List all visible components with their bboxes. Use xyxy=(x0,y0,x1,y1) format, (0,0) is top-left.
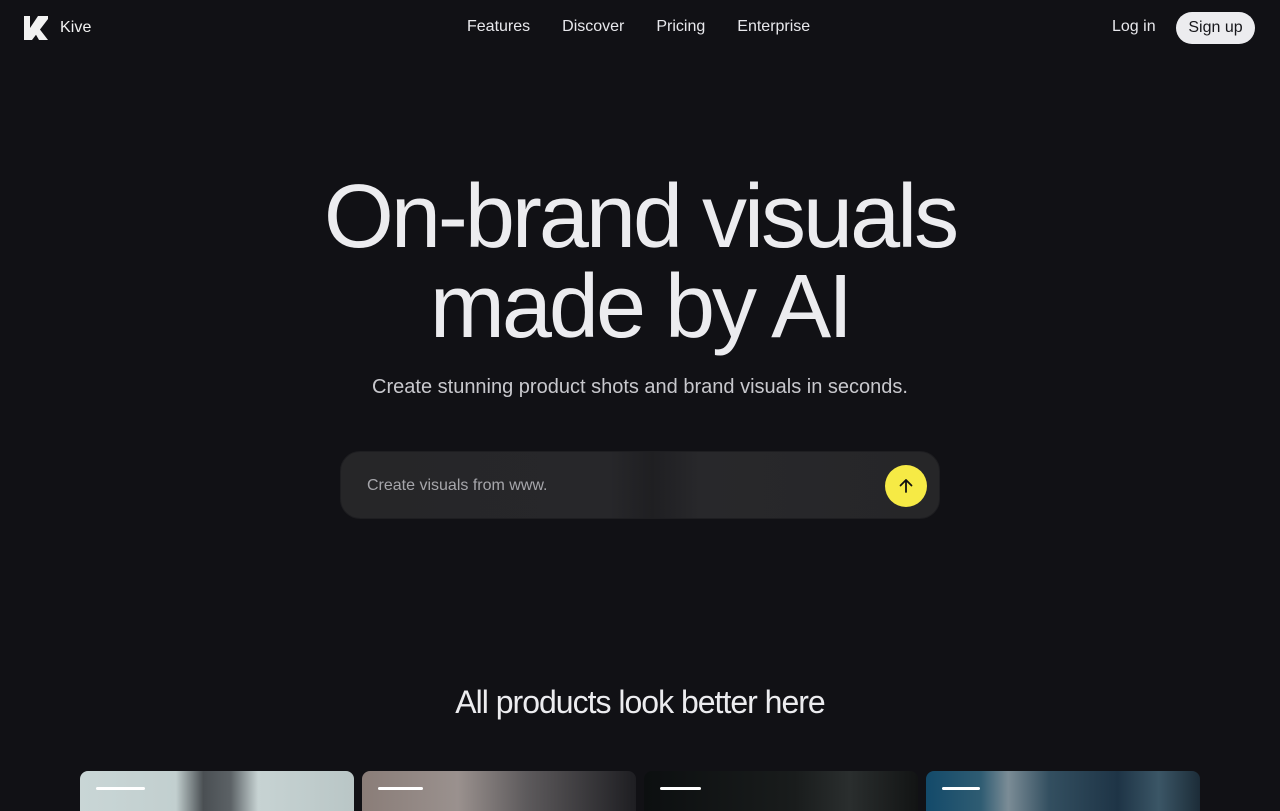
hero-title-line-2: made by AI xyxy=(429,257,853,357)
card-progress-bar xyxy=(96,787,145,790)
hero-title-line-1: On-brand visuals xyxy=(323,167,959,267)
nav-link-enterprise[interactable]: Enterprise xyxy=(737,18,810,36)
submit-button[interactable] xyxy=(885,465,927,507)
logo-link[interactable]: Kive xyxy=(24,16,92,40)
hero-title: On-brand visuals made by AI xyxy=(0,172,1280,352)
signup-button[interactable]: Sign up xyxy=(1176,12,1255,44)
login-link[interactable]: Log in xyxy=(1112,18,1156,36)
showcase-card[interactable] xyxy=(80,771,354,811)
brand-name: Kive xyxy=(60,19,92,36)
showcase-card[interactable] xyxy=(644,771,918,811)
section-title: All products look better here xyxy=(455,684,825,720)
arrow-up-icon xyxy=(899,479,913,493)
card-progress-bar xyxy=(660,787,701,790)
prompt-box xyxy=(340,451,940,519)
showcase-card[interactable] xyxy=(926,771,1200,811)
nav-link-features[interactable]: Features xyxy=(467,18,530,36)
showcase-card[interactable] xyxy=(362,771,636,811)
showcase-cards xyxy=(80,771,1200,811)
card-progress-bar xyxy=(378,787,423,790)
prompt-input[interactable] xyxy=(365,470,865,502)
kive-logo-icon xyxy=(24,16,48,40)
nav-link-discover[interactable]: Discover xyxy=(562,18,624,36)
main-menu: Features Discover Pricing Enterprise xyxy=(467,18,810,36)
hero-subtitle: Create stunning product shots and brand … xyxy=(372,376,908,398)
card-progress-bar xyxy=(942,787,980,790)
nav-link-pricing[interactable]: Pricing xyxy=(656,18,705,36)
top-navigation: Kive Features Discover Pricing Enterpris… xyxy=(0,0,1280,56)
